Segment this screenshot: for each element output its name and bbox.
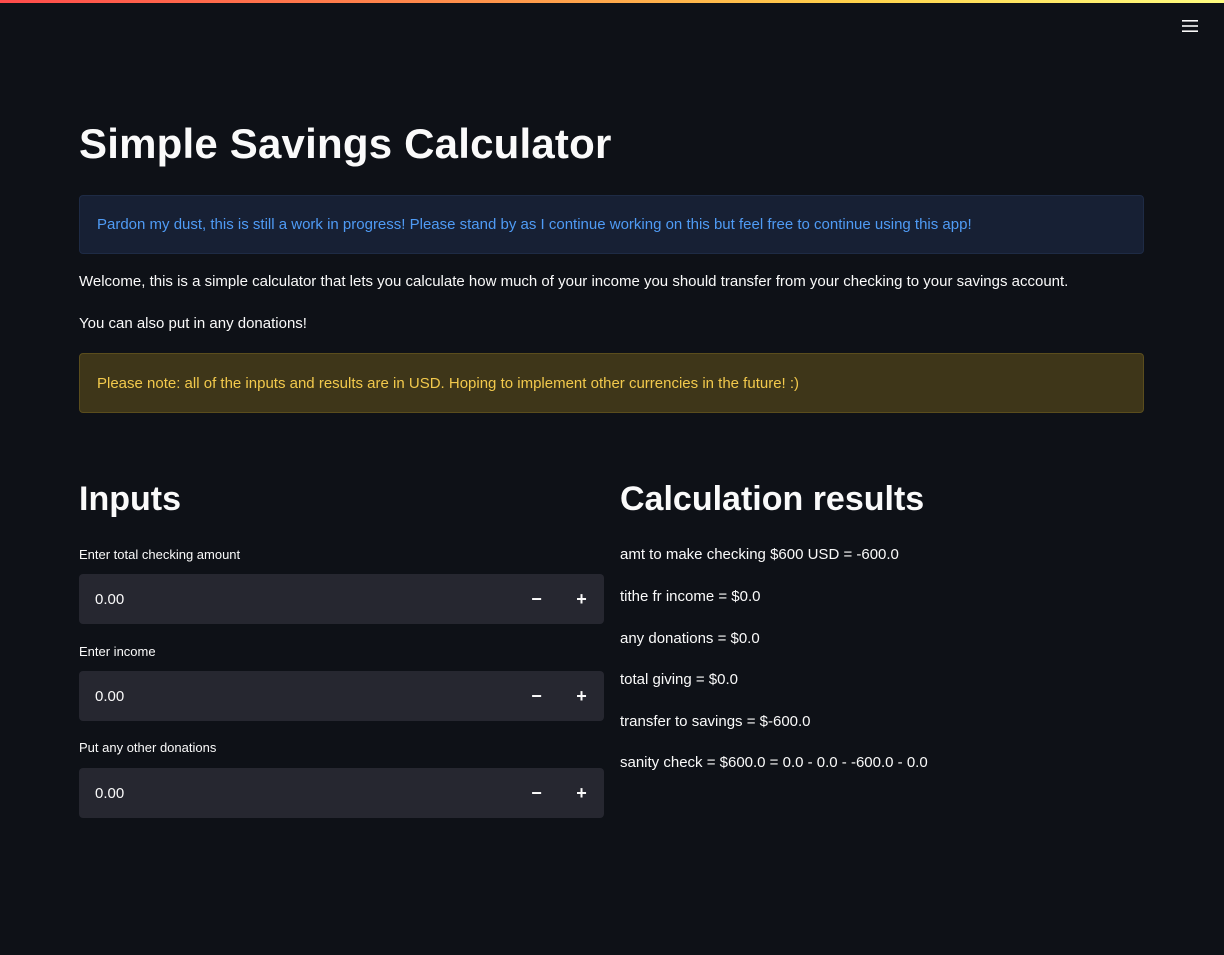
inputs-heading: Inputs [79, 480, 181, 518]
donations-decrement-button[interactable]: − [514, 768, 559, 818]
donations-increment-button[interactable]: + [559, 768, 604, 818]
donations-note-text: You can also put in any donations! [79, 315, 307, 332]
warning-alert-text: Please note: all of the inputs and resul… [97, 374, 800, 392]
info-alert-text: Pardon my dust, this is still a work in … [97, 216, 972, 233]
results-heading: Calculation results [620, 480, 925, 518]
checking-amount-input: 0.00 − + [79, 574, 604, 624]
income-increment-button[interactable]: + [559, 671, 604, 721]
welcome-text: Welcome, this is a simple calculator tha… [79, 273, 1069, 290]
checking-amount-value[interactable]: 0.00 [79, 591, 514, 608]
checking-amount-label: Enter total checking amount [79, 547, 241, 562]
main-menu-button[interactable] [1178, 14, 1202, 38]
income-value[interactable]: 0.00 [79, 688, 514, 705]
hamburger-menu-icon [1182, 19, 1198, 33]
donations-value[interactable]: 0.00 [79, 785, 514, 802]
checking-amount-increment-button[interactable]: + [559, 574, 604, 624]
info-alert: Pardon my dust, this is still a work in … [79, 195, 1144, 254]
income-input: 0.00 − + [79, 671, 604, 721]
result-transfer-to-savings: transfer to savings = $-600.0 [620, 713, 811, 730]
result-total-giving: total giving = $0.0 [620, 671, 739, 688]
income-label: Enter income [79, 644, 156, 659]
result-checking-adjustment: amt to make checking $600 USD = -600.0 [620, 546, 899, 563]
warning-alert: Please note: all of the inputs and resul… [79, 353, 1144, 413]
result-donations: any donations = $0.0 [620, 630, 760, 647]
income-decrement-button[interactable]: − [514, 671, 559, 721]
result-tithe: tithe fr income = $0.0 [620, 588, 761, 605]
top-decoration-bar [0, 0, 1224, 3]
result-sanity-check: sanity check = $600.0 = 0.0 - 0.0 - -600… [620, 754, 928, 771]
checking-amount-decrement-button[interactable]: − [514, 574, 559, 624]
donations-label: Put any other donations [79, 740, 217, 755]
donations-input: 0.00 − + [79, 768, 604, 818]
page-title: Simple Savings Calculator [79, 120, 612, 167]
